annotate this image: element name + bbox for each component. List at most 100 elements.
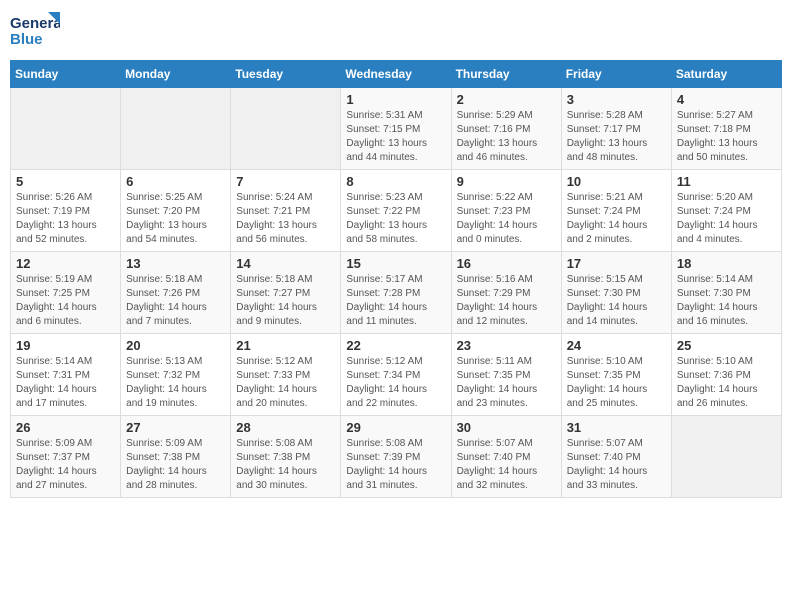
day-info: Sunrise: 5:13 AM Sunset: 7:32 PM Dayligh… (126, 355, 225, 411)
day-info: Sunrise: 5:08 AM Sunset: 7:39 PM Dayligh… (346, 437, 445, 493)
day-cell: 2 Sunrise: 5:29 AM Sunset: 7:16 PM Daylig… (451, 88, 561, 170)
day-info: Sunrise: 5:20 AM Sunset: 7:24 PM Dayligh… (677, 191, 776, 247)
column-header-wednesday: Wednesday (341, 61, 451, 88)
day-info: Sunrise: 5:11 AM Sunset: 7:35 PM Dayligh… (457, 355, 556, 411)
day-number: 21 (236, 338, 335, 353)
day-cell: 9Sunrise: 5:22 AM Sunset: 7:23 PM Daylig… (451, 170, 561, 252)
day-info: Sunrise: 5:29 AM Sunset: 7:16 PM Dayligh… (457, 109, 556, 165)
day-info: Sunrise: 5:16 AM Sunset: 7:29 PM Dayligh… (457, 273, 556, 329)
day-info: Sunrise: 5:12 AM Sunset: 7:34 PM Dayligh… (346, 355, 445, 411)
day-cell: 28 Sunrise: 5:08 AM Sunset: 7:38 PM Dayli… (231, 416, 341, 498)
header-row: SundayMondayTuesdayWednesdayThursdayFrid… (11, 61, 782, 88)
day-info: Sunrise: 5:15 AM Sunset: 7:30 PM Dayligh… (567, 273, 666, 329)
day-info: Sunrise: 5:27 AM Sunset: 7:18 PM Dayligh… (677, 109, 776, 165)
day-info: Sunrise: 5:21 AM Sunset: 7:24 PM Dayligh… (567, 191, 666, 247)
day-info: Sunrise: 5:08 AM Sunset: 7:38 PM Dayligh… (236, 437, 335, 493)
svg-text:General: General (10, 15, 60, 32)
day-number: 14 (236, 256, 335, 271)
day-info: Sunrise: 5:22 AM Sunset: 7:23 PM Dayligh… (457, 191, 556, 247)
day-cell: 3Sunrise: 5:28 AM Sunset: 7:17 PM Daylig… (561, 88, 671, 170)
calendar-header: SundayMondayTuesdayWednesdayThursdayFrid… (11, 61, 782, 88)
day-cell: 13Sunrise: 5:18 AM Sunset: 7:26 PM Dayli… (121, 252, 231, 334)
day-number: 17 (567, 256, 666, 271)
day-cell: 22Sunrise: 5:12 AM Sunset: 7:34 PM Dayli… (341, 334, 451, 416)
day-info: Sunrise: 5:23 AM Sunset: 7:22 PM Dayligh… (346, 191, 445, 247)
day-info: Sunrise: 5:31 AM Sunset: 7:15 PM Dayligh… (346, 109, 445, 165)
day-cell: 31Sunrise: 5:07 AM Sunset: 7:40 PM Dayli… (561, 416, 671, 498)
day-info: Sunrise: 5:09 AM Sunset: 7:37 PM Dayligh… (16, 437, 115, 493)
day-cell: 4Sunrise: 5:27 AM Sunset: 7:18 PM Daylig… (671, 88, 781, 170)
day-number: 5 (16, 174, 115, 189)
day-number: 18 (677, 256, 776, 271)
day-number: 3 (567, 92, 666, 107)
day-cell: 17 Sunrise: 5:15 AM Sunset: 7:30 PM Dayli… (561, 252, 671, 334)
day-cell: 14 Sunrise: 5:18 AM Sunset: 7:27 PM Dayli… (231, 252, 341, 334)
day-number: 12 (16, 256, 115, 271)
day-cell: 19 Sunrise: 5:14 AM Sunset: 7:31 PM Dayli… (11, 334, 121, 416)
day-number: 16 (457, 256, 556, 271)
week-row-4: 19 Sunrise: 5:14 AM Sunset: 7:31 PM Dayli… (11, 334, 782, 416)
day-info: Sunrise: 5:17 AM Sunset: 7:28 PM Dayligh… (346, 273, 445, 329)
day-cell (11, 88, 121, 170)
day-info: Sunrise: 5:14 AM Sunset: 7:31 PM Dayligh… (16, 355, 115, 411)
day-number: 30 (457, 420, 556, 435)
day-cell: 27Sunrise: 5:09 AM Sunset: 7:38 PM Dayli… (121, 416, 231, 498)
day-info: Sunrise: 5:14 AM Sunset: 7:30 PM Dayligh… (677, 273, 776, 329)
column-header-friday: Friday (561, 61, 671, 88)
day-number: 1 (346, 92, 445, 107)
day-cell: 10 Sunrise: 5:21 AM Sunset: 7:24 PM Dayli… (561, 170, 671, 252)
day-number: 7 (236, 174, 335, 189)
day-cell: 15 Sunrise: 5:17 AM Sunset: 7:28 PM Dayli… (341, 252, 451, 334)
week-row-3: 12Sunrise: 5:19 AM Sunset: 7:25 PM Dayli… (11, 252, 782, 334)
day-number: 24 (567, 338, 666, 353)
column-header-tuesday: Tuesday (231, 61, 341, 88)
calendar-body: 1 Sunrise: 5:31 AM Sunset: 7:15 PM Daylig… (11, 88, 782, 498)
day-cell: 29 Sunrise: 5:08 AM Sunset: 7:39 PM Dayli… (341, 416, 451, 498)
day-cell: 16 Sunrise: 5:16 AM Sunset: 7:29 PM Dayli… (451, 252, 561, 334)
day-info: Sunrise: 5:25 AM Sunset: 7:20 PM Dayligh… (126, 191, 225, 247)
day-number: 31 (567, 420, 666, 435)
day-cell: 24 Sunrise: 5:10 AM Sunset: 7:35 PM Dayli… (561, 334, 671, 416)
svg-text:Blue: Blue (10, 31, 43, 48)
day-number: 8 (346, 174, 445, 189)
day-number: 10 (567, 174, 666, 189)
day-number: 23 (457, 338, 556, 353)
calendar-table: SundayMondayTuesdayWednesdayThursdayFrid… (10, 60, 782, 498)
day-info: Sunrise: 5:10 AM Sunset: 7:35 PM Dayligh… (567, 355, 666, 411)
day-info: Sunrise: 5:10 AM Sunset: 7:36 PM Dayligh… (677, 355, 776, 411)
day-number: 2 (457, 92, 556, 107)
day-number: 20 (126, 338, 225, 353)
day-cell: 11 Sunrise: 5:20 AM Sunset: 7:24 PM Dayli… (671, 170, 781, 252)
column-header-monday: Monday (121, 61, 231, 88)
week-row-2: 5Sunrise: 5:26 AM Sunset: 7:19 PM Daylig… (11, 170, 782, 252)
day-info: Sunrise: 5:18 AM Sunset: 7:27 PM Dayligh… (236, 273, 335, 329)
column-header-sunday: Sunday (11, 61, 121, 88)
day-number: 15 (346, 256, 445, 271)
day-number: 19 (16, 338, 115, 353)
day-cell: 8 Sunrise: 5:23 AM Sunset: 7:22 PM Daylig… (341, 170, 451, 252)
day-cell (121, 88, 231, 170)
day-cell: 26Sunrise: 5:09 AM Sunset: 7:37 PM Dayli… (11, 416, 121, 498)
day-cell: 25 Sunrise: 5:10 AM Sunset: 7:36 PM Dayli… (671, 334, 781, 416)
week-row-1: 1 Sunrise: 5:31 AM Sunset: 7:15 PM Daylig… (11, 88, 782, 170)
day-cell: 30 Sunrise: 5:07 AM Sunset: 7:40 PM Dayli… (451, 416, 561, 498)
day-cell: 1 Sunrise: 5:31 AM Sunset: 7:15 PM Daylig… (341, 88, 451, 170)
day-number: 28 (236, 420, 335, 435)
day-cell: 6Sunrise: 5:25 AM Sunset: 7:20 PM Daylig… (121, 170, 231, 252)
day-info: Sunrise: 5:07 AM Sunset: 7:40 PM Dayligh… (457, 437, 556, 493)
column-header-saturday: Saturday (671, 61, 781, 88)
week-row-5: 26Sunrise: 5:09 AM Sunset: 7:37 PM Dayli… (11, 416, 782, 498)
day-cell: 20 Sunrise: 5:13 AM Sunset: 7:32 PM Dayli… (121, 334, 231, 416)
day-info: Sunrise: 5:09 AM Sunset: 7:38 PM Dayligh… (126, 437, 225, 493)
day-number: 11 (677, 174, 776, 189)
day-number: 29 (346, 420, 445, 435)
page-header: GeneralBlue (10, 10, 782, 52)
day-cell: 23 Sunrise: 5:11 AM Sunset: 7:35 PM Dayli… (451, 334, 561, 416)
day-number: 25 (677, 338, 776, 353)
day-cell: 5Sunrise: 5:26 AM Sunset: 7:19 PM Daylig… (11, 170, 121, 252)
logo: GeneralBlue (10, 10, 60, 52)
day-info: Sunrise: 5:18 AM Sunset: 7:26 PM Dayligh… (126, 273, 225, 329)
day-cell: 18 Sunrise: 5:14 AM Sunset: 7:30 PM Dayli… (671, 252, 781, 334)
day-cell (231, 88, 341, 170)
day-cell: 7Sunrise: 5:24 AM Sunset: 7:21 PM Daylig… (231, 170, 341, 252)
